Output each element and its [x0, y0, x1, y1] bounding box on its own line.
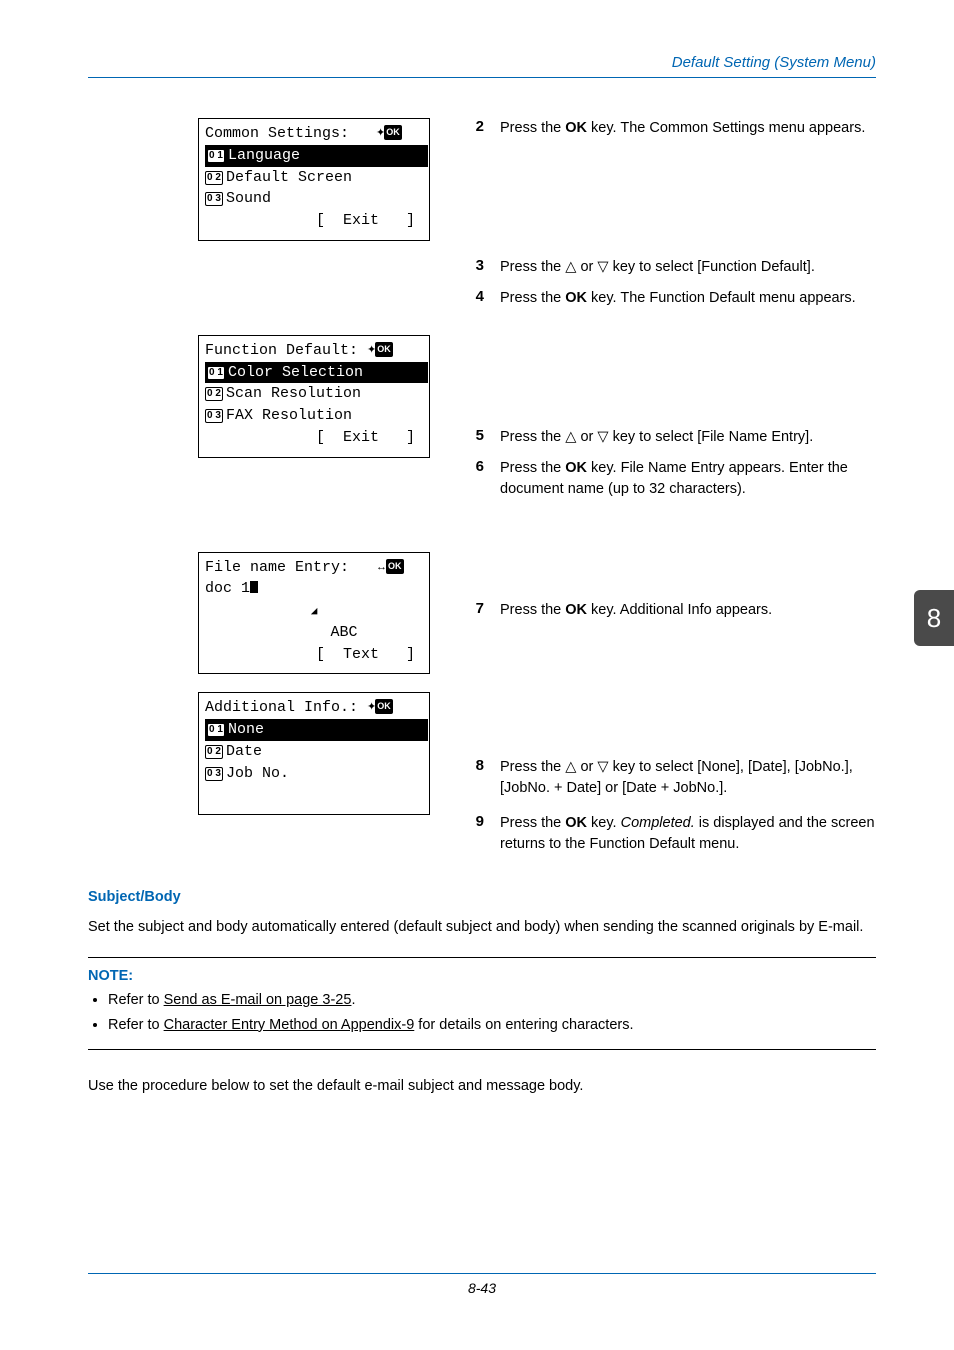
step-number: 5 [470, 427, 484, 444]
step-text: Press the or key to select [None], [Date… [500, 757, 876, 799]
down-triangle-icon [597, 259, 608, 275]
down-triangle-icon [597, 759, 608, 775]
subject-body-heading: Subject/Body [88, 889, 876, 905]
subject-body-paragraph: Set the subject and body automatically e… [88, 917, 876, 939]
up-triangle-icon [565, 759, 576, 775]
left-column: Common Settings: ✦OK 0 1Language 0 2Defa… [88, 118, 432, 815]
step-text: Press the OK key. The Common Settings me… [500, 118, 876, 139]
lcd-common-settings: Common Settings: ✦OK 0 1Language 0 2Defa… [198, 118, 430, 241]
link-character-entry-method[interactable]: Character Entry Method on Appendix-9 [164, 1017, 415, 1033]
step-number: 9 [470, 813, 484, 830]
step-number: 2 [470, 118, 484, 135]
up-triangle-icon [565, 259, 576, 275]
step-2: 2 Press the OK key. The Common Settings … [470, 118, 876, 139]
page-number: 8-43 [468, 1280, 496, 1296]
up-triangle-icon [565, 429, 576, 445]
note-block: NOTE: Refer to Send as E-mail on page 3-… [88, 957, 876, 1050]
step-6: 6 Press the OK key. File Name Entry appe… [470, 458, 876, 500]
step-8: 8 Press the or key to select [None], [Da… [470, 757, 876, 799]
step-number: 3 [470, 257, 484, 274]
step-5: 5 Press the or key to select [File Name … [470, 427, 876, 448]
step-text: Press the OK key. File Name Entry appear… [500, 458, 876, 500]
step-text: Press the OK key. Completed. is displaye… [500, 813, 876, 855]
step-text: Press the or key to select [File Name En… [500, 427, 876, 448]
procedure-paragraph: Use the procedure below to set the defau… [88, 1076, 876, 1098]
header-title: Default Setting (System Menu) [672, 54, 876, 71]
note-bullet-1: Refer to Send as E-mail on page 3-25. [108, 988, 876, 1013]
step-number: 7 [470, 600, 484, 617]
step-7: 7 Press the OK key. Additional Info appe… [470, 600, 876, 621]
lcd-additional-info: Additional Info.: ✦OK 0 1None 0 2Date 0 … [198, 692, 430, 815]
step-3: 3 Press the or key to select [Function D… [470, 257, 876, 278]
signal-icon: ◢ [311, 606, 318, 618]
right-column: 2 Press the OK key. The Common Settings … [470, 118, 876, 855]
step-4: 4 Press the OK key. The Function Default… [470, 288, 876, 309]
chapter-tab: 8 [914, 590, 954, 646]
step-number: 4 [470, 288, 484, 305]
down-triangle-icon [597, 429, 608, 445]
page-footer: 8-43 [88, 1273, 876, 1296]
step-text: Press the or key to select [Function Def… [500, 257, 876, 278]
step-9: 9 Press the OK key. Completed. is displa… [470, 813, 876, 855]
page-header: Default Setting (System Menu) [88, 54, 876, 78]
lcd-file-name-entry: File name Entry: ↔OK doc 1 ◢ ABC [ Text … [198, 552, 430, 675]
step-text: Press the OK key. Additional Info appear… [500, 600, 876, 621]
lcd-function-default: Function Default: ✦OK 0 1Color Selection… [198, 335, 430, 458]
step-text: Press the OK key. The Function Default m… [500, 288, 876, 309]
note-bullet-2: Refer to Character Entry Method on Appen… [108, 1013, 876, 1038]
link-send-as-email[interactable]: Send as E-mail on page 3-25 [164, 992, 352, 1008]
step-number: 6 [470, 458, 484, 475]
step-number: 8 [470, 757, 484, 774]
note-label: NOTE: [88, 968, 876, 984]
